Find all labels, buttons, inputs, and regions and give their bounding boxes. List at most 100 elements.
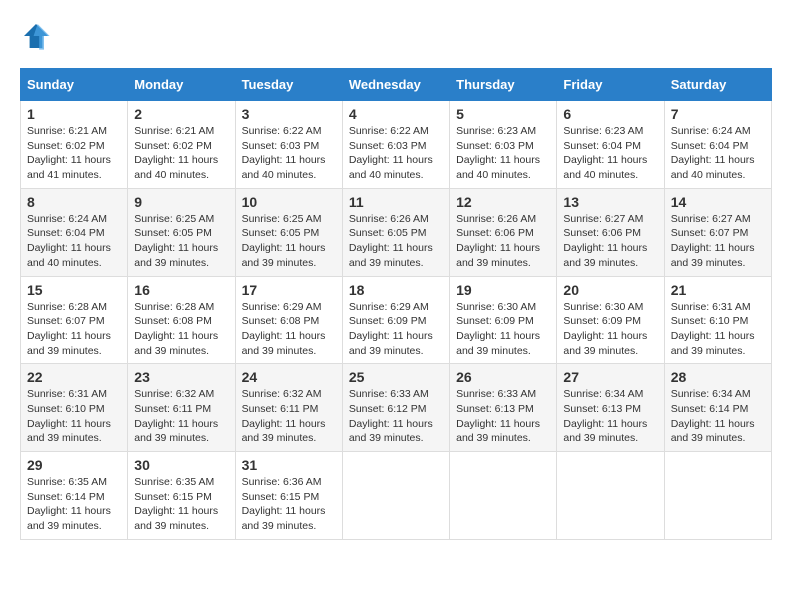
day-cell-13: 13 Sunrise: 6:27 AMSunset: 6:06 PMDaylig… (557, 188, 664, 276)
day-number: 25 (349, 369, 443, 385)
empty-cell (557, 452, 664, 540)
day-cell-26: 26 Sunrise: 6:33 AMSunset: 6:13 PMDaylig… (450, 364, 557, 452)
day-detail: Sunrise: 6:31 AMSunset: 6:10 PMDaylight:… (27, 388, 111, 444)
day-cell-6: 6 Sunrise: 6:23 AMSunset: 6:04 PMDayligh… (557, 101, 664, 189)
day-number: 18 (349, 282, 443, 298)
day-number: 13 (563, 194, 657, 210)
day-number: 28 (671, 369, 765, 385)
day-cell-4: 4 Sunrise: 6:22 AMSunset: 6:03 PMDayligh… (342, 101, 449, 189)
day-cell-16: 16 Sunrise: 6:28 AMSunset: 6:08 PMDaylig… (128, 276, 235, 364)
column-header-tuesday: Tuesday (235, 69, 342, 101)
day-detail: Sunrise: 6:35 AMSunset: 6:15 PMDaylight:… (134, 476, 218, 532)
day-detail: Sunrise: 6:31 AMSunset: 6:10 PMDaylight:… (671, 301, 755, 357)
day-number: 22 (27, 369, 121, 385)
day-detail: Sunrise: 6:29 AMSunset: 6:08 PMDaylight:… (242, 301, 326, 357)
day-cell-20: 20 Sunrise: 6:30 AMSunset: 6:09 PMDaylig… (557, 276, 664, 364)
column-header-thursday: Thursday (450, 69, 557, 101)
day-number: 10 (242, 194, 336, 210)
day-detail: Sunrise: 6:36 AMSunset: 6:15 PMDaylight:… (242, 476, 326, 532)
day-detail: Sunrise: 6:33 AMSunset: 6:13 PMDaylight:… (456, 388, 540, 444)
column-header-sunday: Sunday (21, 69, 128, 101)
day-cell-3: 3 Sunrise: 6:22 AMSunset: 6:03 PMDayligh… (235, 101, 342, 189)
day-cell-2: 2 Sunrise: 6:21 AMSunset: 6:02 PMDayligh… (128, 101, 235, 189)
day-detail: Sunrise: 6:32 AMSunset: 6:11 PMDaylight:… (242, 388, 326, 444)
day-detail: Sunrise: 6:29 AMSunset: 6:09 PMDaylight:… (349, 301, 433, 357)
day-cell-10: 10 Sunrise: 6:25 AMSunset: 6:05 PMDaylig… (235, 188, 342, 276)
calendar-body: 1 Sunrise: 6:21 AMSunset: 6:02 PMDayligh… (21, 101, 772, 540)
day-cell-25: 25 Sunrise: 6:33 AMSunset: 6:12 PMDaylig… (342, 364, 449, 452)
column-header-saturday: Saturday (664, 69, 771, 101)
day-detail: Sunrise: 6:22 AMSunset: 6:03 PMDaylight:… (242, 125, 326, 181)
day-number: 8 (27, 194, 121, 210)
week-row-2: 8 Sunrise: 6:24 AMSunset: 6:04 PMDayligh… (21, 188, 772, 276)
day-number: 15 (27, 282, 121, 298)
day-number: 5 (456, 106, 550, 122)
day-detail: Sunrise: 6:33 AMSunset: 6:12 PMDaylight:… (349, 388, 433, 444)
day-detail: Sunrise: 6:27 AMSunset: 6:07 PMDaylight:… (671, 213, 755, 269)
day-detail: Sunrise: 6:25 AMSunset: 6:05 PMDaylight:… (134, 213, 218, 269)
day-number: 20 (563, 282, 657, 298)
column-header-wednesday: Wednesday (342, 69, 449, 101)
header-row: SundayMondayTuesdayWednesdayThursdayFrid… (21, 69, 772, 101)
day-number: 12 (456, 194, 550, 210)
day-cell-23: 23 Sunrise: 6:32 AMSunset: 6:11 PMDaylig… (128, 364, 235, 452)
column-header-friday: Friday (557, 69, 664, 101)
day-detail: Sunrise: 6:35 AMSunset: 6:14 PMDaylight:… (27, 476, 111, 532)
day-number: 7 (671, 106, 765, 122)
empty-cell (342, 452, 449, 540)
day-detail: Sunrise: 6:25 AMSunset: 6:05 PMDaylight:… (242, 213, 326, 269)
day-number: 23 (134, 369, 228, 385)
column-header-monday: Monday (128, 69, 235, 101)
day-number: 21 (671, 282, 765, 298)
week-row-5: 29 Sunrise: 6:35 AMSunset: 6:14 PMDaylig… (21, 452, 772, 540)
day-cell-19: 19 Sunrise: 6:30 AMSunset: 6:09 PMDaylig… (450, 276, 557, 364)
day-cell-5: 5 Sunrise: 6:23 AMSunset: 6:03 PMDayligh… (450, 101, 557, 189)
day-cell-30: 30 Sunrise: 6:35 AMSunset: 6:15 PMDaylig… (128, 452, 235, 540)
day-number: 19 (456, 282, 550, 298)
day-number: 24 (242, 369, 336, 385)
day-detail: Sunrise: 6:24 AMSunset: 6:04 PMDaylight:… (27, 213, 111, 269)
day-number: 17 (242, 282, 336, 298)
day-detail: Sunrise: 6:34 AMSunset: 6:13 PMDaylight:… (563, 388, 647, 444)
week-row-3: 15 Sunrise: 6:28 AMSunset: 6:07 PMDaylig… (21, 276, 772, 364)
week-row-4: 22 Sunrise: 6:31 AMSunset: 6:10 PMDaylig… (21, 364, 772, 452)
page-header (20, 20, 772, 52)
day-number: 14 (671, 194, 765, 210)
day-detail: Sunrise: 6:30 AMSunset: 6:09 PMDaylight:… (456, 301, 540, 357)
day-cell-12: 12 Sunrise: 6:26 AMSunset: 6:06 PMDaylig… (450, 188, 557, 276)
day-number: 31 (242, 457, 336, 473)
day-cell-22: 22 Sunrise: 6:31 AMSunset: 6:10 PMDaylig… (21, 364, 128, 452)
day-detail: Sunrise: 6:21 AMSunset: 6:02 PMDaylight:… (134, 125, 218, 181)
day-cell-31: 31 Sunrise: 6:36 AMSunset: 6:15 PMDaylig… (235, 452, 342, 540)
logo-icon (20, 20, 52, 52)
day-cell-7: 7 Sunrise: 6:24 AMSunset: 6:04 PMDayligh… (664, 101, 771, 189)
week-row-1: 1 Sunrise: 6:21 AMSunset: 6:02 PMDayligh… (21, 101, 772, 189)
day-cell-27: 27 Sunrise: 6:34 AMSunset: 6:13 PMDaylig… (557, 364, 664, 452)
day-cell-24: 24 Sunrise: 6:32 AMSunset: 6:11 PMDaylig… (235, 364, 342, 452)
day-number: 11 (349, 194, 443, 210)
day-detail: Sunrise: 6:28 AMSunset: 6:08 PMDaylight:… (134, 301, 218, 357)
day-number: 9 (134, 194, 228, 210)
day-number: 16 (134, 282, 228, 298)
day-number: 1 (27, 106, 121, 122)
day-number: 3 (242, 106, 336, 122)
day-cell-29: 29 Sunrise: 6:35 AMSunset: 6:14 PMDaylig… (21, 452, 128, 540)
day-number: 2 (134, 106, 228, 122)
day-number: 29 (27, 457, 121, 473)
day-detail: Sunrise: 6:28 AMSunset: 6:07 PMDaylight:… (27, 301, 111, 357)
day-detail: Sunrise: 6:23 AMSunset: 6:03 PMDaylight:… (456, 125, 540, 181)
day-number: 6 (563, 106, 657, 122)
day-detail: Sunrise: 6:21 AMSunset: 6:02 PMDaylight:… (27, 125, 111, 181)
day-cell-11: 11 Sunrise: 6:26 AMSunset: 6:05 PMDaylig… (342, 188, 449, 276)
day-cell-8: 8 Sunrise: 6:24 AMSunset: 6:04 PMDayligh… (21, 188, 128, 276)
empty-cell (450, 452, 557, 540)
day-detail: Sunrise: 6:22 AMSunset: 6:03 PMDaylight:… (349, 125, 433, 181)
day-detail: Sunrise: 6:26 AMSunset: 6:06 PMDaylight:… (456, 213, 540, 269)
day-cell-14: 14 Sunrise: 6:27 AMSunset: 6:07 PMDaylig… (664, 188, 771, 276)
day-number: 27 (563, 369, 657, 385)
calendar-table: SundayMondayTuesdayWednesdayThursdayFrid… (20, 68, 772, 540)
day-cell-17: 17 Sunrise: 6:29 AMSunset: 6:08 PMDaylig… (235, 276, 342, 364)
day-cell-9: 9 Sunrise: 6:25 AMSunset: 6:05 PMDayligh… (128, 188, 235, 276)
day-detail: Sunrise: 6:30 AMSunset: 6:09 PMDaylight:… (563, 301, 647, 357)
logo (20, 20, 56, 52)
